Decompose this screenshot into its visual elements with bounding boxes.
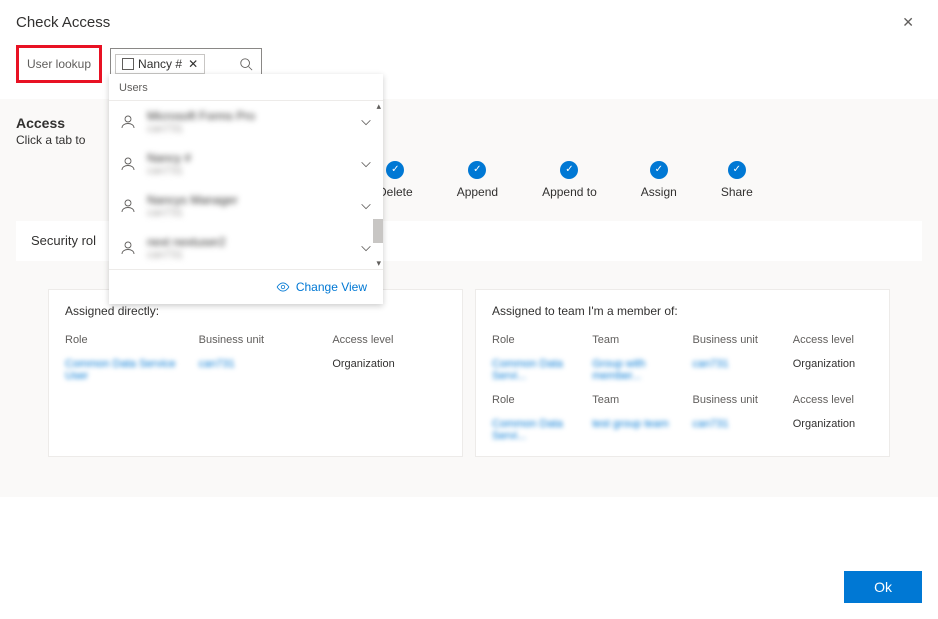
assigned-directly-card: Assigned directly: Role Business unit Ac… bbox=[48, 289, 463, 457]
check-badge-icon: ✓ bbox=[650, 161, 668, 179]
role-link[interactable]: Common Data Servi... bbox=[492, 358, 572, 382]
permission-assign: ✓ Assign bbox=[641, 161, 677, 199]
col-role: Role bbox=[492, 394, 572, 406]
permission-append: ✓ Append bbox=[457, 161, 498, 199]
dropdown-item-sub: can731 bbox=[147, 165, 191, 177]
team-link[interactable]: test group team bbox=[592, 418, 672, 442]
card-title: Assigned directly: bbox=[65, 304, 446, 318]
col-role: Role bbox=[492, 334, 572, 346]
person-card-icon bbox=[122, 58, 134, 70]
permission-label: Delete bbox=[378, 185, 413, 199]
check-badge-icon: ✓ bbox=[468, 161, 486, 179]
change-view-link[interactable]: Change View bbox=[296, 280, 367, 294]
dropdown-item[interactable]: Microsoft Forms Procan731 bbox=[109, 101, 383, 143]
business-unit-link[interactable]: can731 bbox=[199, 358, 313, 382]
user-chip-text: Nancy # bbox=[138, 57, 182, 71]
check-badge-icon: ✓ bbox=[560, 161, 578, 179]
dropdown-item-name: Microsoft Forms Pro bbox=[147, 109, 255, 123]
person-icon bbox=[119, 239, 137, 257]
dropdown-item-sub: can731 bbox=[147, 123, 255, 135]
person-icon bbox=[119, 197, 137, 215]
person-icon bbox=[119, 155, 137, 173]
modal-header: Check Access ✕ bbox=[0, 0, 938, 41]
col-role: Role bbox=[65, 334, 179, 346]
col-access-level: Access level bbox=[332, 334, 446, 346]
col-business-unit: Business unit bbox=[199, 334, 313, 346]
col-access-level: Access level bbox=[793, 334, 873, 346]
scroll-up-arrow-icon[interactable]: ▴ bbox=[376, 101, 381, 112]
eye-icon bbox=[276, 280, 290, 294]
check-badge-icon: ✓ bbox=[728, 161, 746, 179]
chevron-down-icon[interactable] bbox=[359, 157, 373, 171]
person-icon bbox=[119, 113, 137, 131]
dropdown-list[interactable]: Microsoft Forms Procan731 Nancy #can731 … bbox=[109, 101, 383, 269]
permission-label: Append to bbox=[542, 185, 597, 199]
check-badge-icon: ✓ bbox=[386, 161, 404, 179]
user-chip[interactable]: Nancy # ✕ bbox=[115, 54, 205, 74]
dropdown-item-name: Nancy # bbox=[147, 151, 191, 165]
chevron-down-icon[interactable] bbox=[359, 241, 373, 255]
team-link[interactable]: Group with member... bbox=[592, 358, 672, 382]
permission-append-to: ✓ Append to bbox=[542, 161, 597, 199]
user-lookup-highlight: User lookup bbox=[16, 45, 102, 83]
dropdown-item-name: next nextuser2 bbox=[147, 235, 226, 249]
permission-delete: ✓ Delete bbox=[378, 161, 413, 199]
access-level-value: Organization bbox=[793, 358, 873, 382]
col-team: Team bbox=[592, 334, 672, 346]
user-lookup-label: User lookup bbox=[27, 57, 91, 71]
dropdown-item-sub: can731 bbox=[147, 249, 226, 261]
chevron-down-icon[interactable] bbox=[359, 199, 373, 213]
role-cards: Assigned directly: Role Business unit Ac… bbox=[16, 289, 922, 457]
permission-label: Assign bbox=[641, 185, 677, 199]
permission-label: Append bbox=[457, 185, 498, 199]
dropdown-item[interactable]: next nextuser2can731 bbox=[109, 227, 383, 269]
role-link[interactable]: Common Data Servi... bbox=[492, 418, 572, 442]
dropdown-footer: Change View bbox=[109, 269, 383, 304]
permission-label: Share bbox=[721, 185, 753, 199]
ok-button[interactable]: Ok bbox=[844, 571, 922, 603]
tab-security-roles[interactable]: Security rol bbox=[31, 233, 96, 248]
role-link[interactable]: Common Data Service User bbox=[65, 358, 179, 382]
permission-share: ✓ Share bbox=[721, 161, 753, 199]
dropdown-item[interactable]: Nancys Managercan731 bbox=[109, 185, 383, 227]
access-level-value: Organization bbox=[793, 418, 873, 442]
chip-remove-icon[interactable]: ✕ bbox=[188, 57, 198, 71]
close-button[interactable]: ✕ bbox=[894, 10, 922, 35]
assigned-team-card: Assigned to team I'm a member of: Role T… bbox=[475, 289, 890, 457]
permissions-row: ✓ Delete ✓ Append ✓ Append to ✓ Assign ✓… bbox=[378, 161, 922, 199]
col-access-level: Access level bbox=[793, 394, 873, 406]
close-icon: ✕ bbox=[902, 14, 914, 30]
business-unit-link[interactable]: can731 bbox=[693, 358, 773, 382]
col-business-unit: Business unit bbox=[693, 334, 773, 346]
col-business-unit: Business unit bbox=[693, 394, 773, 406]
dropdown-item-sub: can731 bbox=[147, 207, 238, 219]
search-icon[interactable] bbox=[239, 57, 253, 71]
dropdown-section-header: Users bbox=[109, 74, 383, 101]
dropdown-item[interactable]: Nancy #can731 bbox=[109, 143, 383, 185]
scrollbar-thumb[interactable] bbox=[373, 219, 383, 243]
card-title: Assigned to team I'm a member of: bbox=[492, 304, 873, 318]
modal-title: Check Access bbox=[16, 14, 110, 31]
user-lookup-dropdown: Users Microsoft Forms Procan731 Nancy #c… bbox=[109, 74, 383, 304]
access-level-value: Organization bbox=[332, 358, 446, 382]
business-unit-link[interactable]: can731 bbox=[693, 418, 773, 442]
col-team: Team bbox=[592, 394, 672, 406]
scroll-down-arrow-icon[interactable]: ▾ bbox=[376, 258, 381, 269]
dropdown-item-name: Nancys Manager bbox=[147, 193, 238, 207]
chevron-down-icon[interactable] bbox=[359, 115, 373, 129]
